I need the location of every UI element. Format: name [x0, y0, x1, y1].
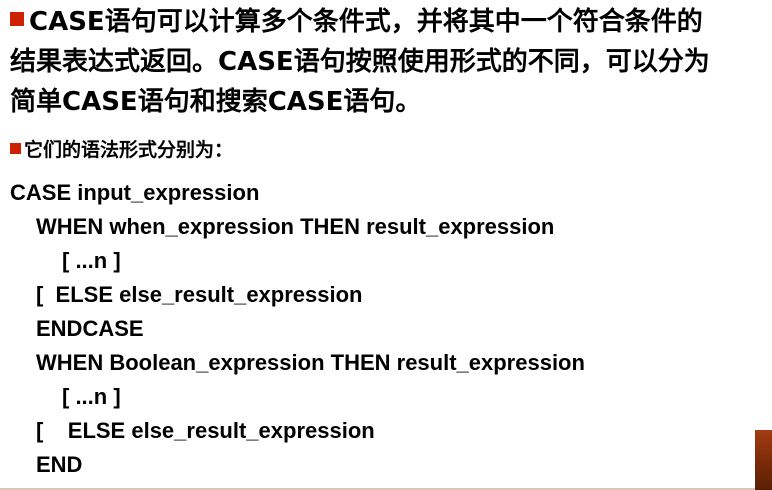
code-line-endcase: ENDCASE [36, 316, 144, 341]
code-line-when-boolean: WHEN Boolean_expression THEN result_expr… [36, 350, 585, 375]
intro-line-3: 简单CASE语句和搜索CASE语句。 [10, 82, 770, 122]
code-line-repeat-2: [ ...n ] [62, 384, 121, 409]
code-line-case: CASE input_expression [10, 180, 260, 205]
corner-decoration [755, 430, 772, 490]
code-line-repeat: [ ...n ] [62, 248, 121, 273]
bullet-square-icon [10, 12, 24, 26]
syntax-heading: 它们的语法形式分别为： [10, 137, 233, 163]
intro-text-1: CASE语句可以计算多个条件式，并将其中一个符合条件的 [29, 7, 703, 37]
code-line-when: WHEN when_expression THEN result_express… [36, 214, 555, 239]
intro-text-2: 结果表达式返回。CASE语句按照使用形式的不同，可以分为 [10, 47, 710, 77]
syntax-heading-text: 它们的语法形式分别为： [24, 139, 234, 161]
bullet-square-icon [10, 143, 21, 154]
slide: CASE语句可以计算多个条件式，并将其中一个符合条件的 结果表达式返回。CASE… [0, 0, 772, 490]
intro-line-1: CASE语句可以计算多个条件式，并将其中一个符合条件的 [10, 2, 770, 42]
intro-text-3: 简单CASE语句和搜索CASE语句。 [10, 87, 422, 117]
code-line-else: [ ELSE else_result_expression [36, 282, 363, 307]
code-line-end: END [36, 452, 83, 477]
code-line-else-2: [ ELSE else_result_expression [36, 418, 375, 443]
intro-line-2: 结果表达式返回。CASE语句按照使用形式的不同，可以分为 [10, 42, 770, 82]
